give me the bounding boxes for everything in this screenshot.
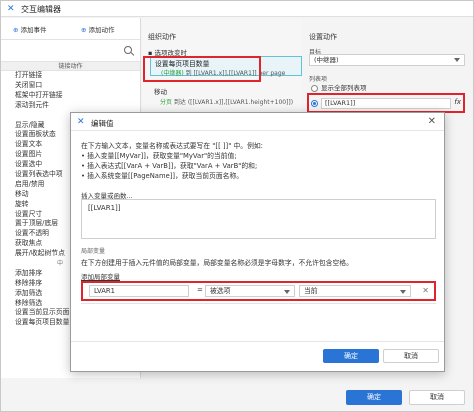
action-list-link: 打开链接 关闭窗口 框架中打开链接 滚动到元件 xyxy=(1,71,140,111)
section-link-actions: 链接动作 xyxy=(1,62,140,71)
plus-icon: ⊕ xyxy=(81,26,87,34)
footer-ok-button[interactable]: 确定 xyxy=(346,390,402,405)
dialog-title-bar: ✕ 编辑值 ✕ xyxy=(71,113,444,131)
highlight-items-per-page xyxy=(307,93,465,113)
local-variable-description: 在下方创建用于插入元件值的局部变量，局部变量名称必须是字母数字，不允许包含空格。 xyxy=(81,259,353,267)
value-textarea[interactable]: [[LVAR1]] xyxy=(81,199,436,239)
window-title: 交互编辑器 xyxy=(21,5,61,14)
chevron-down-icon xyxy=(454,58,460,62)
move-action-title[interactable]: 移动 xyxy=(154,86,167,96)
app-logo-icon: ✕ xyxy=(77,117,85,127)
local-variable-heading: 局部变量 xyxy=(81,248,106,255)
add-local-variable-link[interactable]: 添加局部变量 xyxy=(81,271,120,281)
edit-value-dialog: ✕ 编辑值 ✕ 在下方输入文本，变量名称或表达式要写在 "[[ ]]" 中。例如… xyxy=(70,112,445,372)
add-action-button[interactable]: ⊕ 添加动作 xyxy=(81,24,114,34)
configure-action-header: 设置动作 xyxy=(309,33,337,41)
action-list-item[interactable]: 框架中打开链接 xyxy=(1,91,140,101)
organize-actions-header: 组织动作 xyxy=(148,33,176,41)
action-list-item[interactable]: 关闭窗口 xyxy=(1,81,140,91)
dialog-cancel-button[interactable]: 取消 xyxy=(383,349,439,363)
left-toolbar: ⊕ 添加事件 ⊕ 添加动作 xyxy=(1,18,140,40)
move-action-detail: 分页 到达 ([[LVAR1.x]],[[LVAR1.height+100]]) xyxy=(160,99,294,106)
add-event-button[interactable]: ⊕ 添加事件 xyxy=(13,24,46,34)
title-bar: ✕ 交互编辑器 xyxy=(1,1,473,17)
dialog-divider xyxy=(71,341,444,342)
search-icon[interactable] xyxy=(124,46,132,54)
action-list-item[interactable]: 打开链接 xyxy=(1,71,140,81)
app-logo-icon: ✕ xyxy=(7,4,15,14)
highlight-selected-action xyxy=(143,56,261,82)
action-list-item[interactable]: 滚动到元件 xyxy=(1,101,140,111)
left-search[interactable] xyxy=(1,40,140,62)
dialog-description: 在下方输入文本，变量名称或表达式要写在 "[[ ]]" 中。例如: • 插入变量… xyxy=(81,142,263,180)
show-all-radio[interactable]: 显示全部列表项 xyxy=(311,82,367,92)
dialog-ok-button[interactable]: 确定 xyxy=(323,349,379,363)
plus-icon: ⊕ xyxy=(13,26,19,34)
dialog-title: 编辑值 xyxy=(91,119,114,128)
footer-cancel-button[interactable]: 取消 xyxy=(409,390,465,405)
radio-icon xyxy=(311,84,318,92)
local-variable-list-area xyxy=(81,303,436,331)
highlight-local-variable-row xyxy=(81,281,436,301)
close-icon[interactable]: ✕ xyxy=(428,116,436,127)
target-select[interactable]: (中继器) xyxy=(309,54,465,66)
